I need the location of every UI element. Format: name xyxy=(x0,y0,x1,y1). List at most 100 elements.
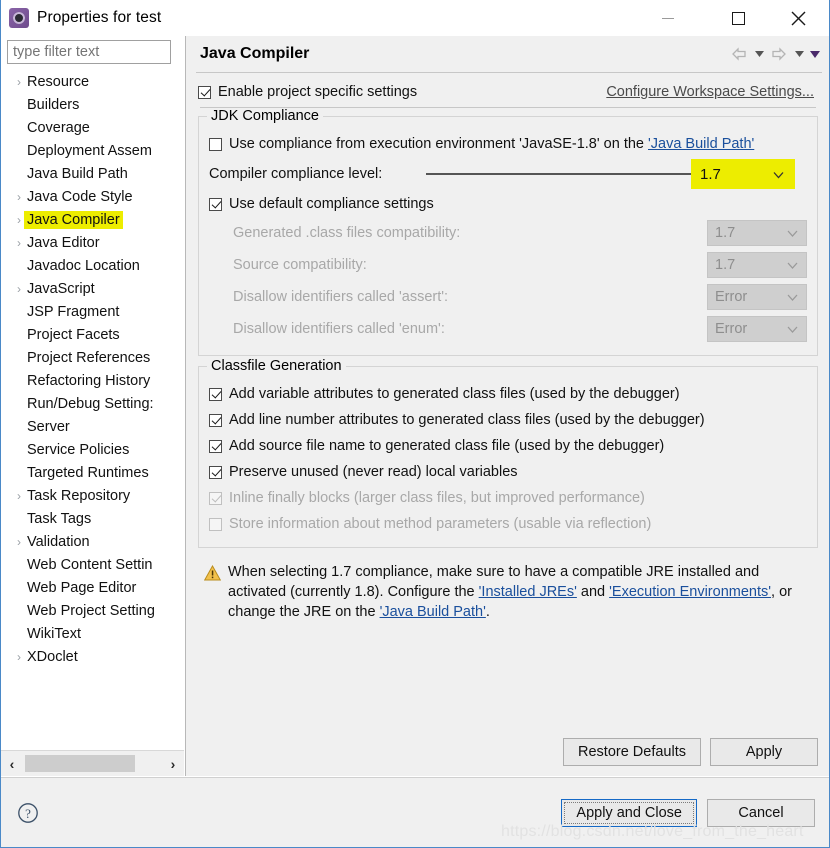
classfile-option-label: Add line number attributes to generated … xyxy=(229,412,705,428)
scroll-track[interactable] xyxy=(23,751,162,776)
filter-input[interactable] xyxy=(7,40,171,64)
close-button[interactable] xyxy=(775,0,821,36)
expand-chevron-right-icon[interactable]: › xyxy=(11,283,27,295)
sidebar-item-validation[interactable]: › Validation xyxy=(1,530,184,553)
minimize-button[interactable] xyxy=(645,0,691,36)
configure-workspace-settings-link[interactable]: Configure Workspace Settings... xyxy=(606,84,814,100)
use-execution-environment-checkbox[interactable] xyxy=(209,137,222,151)
back-arrow-icon[interactable] xyxy=(728,43,750,65)
jdk-field-row: Generated .class files compatibility: 1.7 xyxy=(209,217,807,249)
sidebar-item-label: Java Editor xyxy=(27,234,100,251)
sidebar-item-java-editor[interactable]: › Java Editor xyxy=(1,231,184,254)
sidebar-item-javadoc-location[interactable]: Javadoc Location xyxy=(1,254,184,277)
classfile-options-list: Add variable attributes to generated cla… xyxy=(209,381,807,537)
sidebar-item-javascript[interactable]: › JavaScript xyxy=(1,277,184,300)
expand-chevron-right-icon[interactable]: › xyxy=(11,651,27,663)
restore-defaults-button[interactable]: Restore Defaults xyxy=(563,738,701,766)
maximize-button[interactable] xyxy=(715,0,761,36)
chevron-down-icon xyxy=(787,321,798,337)
sidebar-item-label: Task Tags xyxy=(27,510,92,527)
jdk-field-row: Disallow identifiers called 'enum': Error xyxy=(209,313,807,345)
page-content: Enable project specific settings Configu… xyxy=(186,73,829,622)
jdk-field-combo: Error xyxy=(707,316,807,342)
sidebar-item-web-content-settin[interactable]: Web Content Settin xyxy=(1,553,184,576)
sidebar-item-deployment-assem[interactable]: Deployment Assem xyxy=(1,139,184,162)
expand-chevron-right-icon[interactable]: › xyxy=(11,76,27,88)
apply-button[interactable]: Apply xyxy=(710,738,818,766)
sidebar-item-wikitext[interactable]: WikiText xyxy=(1,622,184,645)
sidebar-item-web-page-editor[interactable]: Web Page Editor xyxy=(1,576,184,599)
use-default-compliance-checkbox[interactable] xyxy=(209,197,222,211)
classfile-option-checkbox[interactable] xyxy=(209,387,222,401)
expand-chevron-right-icon[interactable]: › xyxy=(11,536,27,548)
sidebar-item-project-facets[interactable]: Project Facets xyxy=(1,323,184,346)
sidebar-item-label: JSP Fragment xyxy=(27,303,120,320)
java-build-path-link-2[interactable]: 'Java Build Path' xyxy=(380,604,486,620)
forward-dropdown-chevron-down-icon[interactable] xyxy=(792,43,806,65)
sidebar-item-coverage[interactable]: Coverage xyxy=(1,116,184,139)
sidebar-item-label: Web Content Settin xyxy=(27,556,153,573)
jdk-field-label: Generated .class files compatibility: xyxy=(233,225,461,241)
sidebar-item-label: JavaScript xyxy=(27,280,95,297)
sidebar-item-java-build-path[interactable]: Java Build Path xyxy=(1,162,184,185)
classfile-option-checkbox[interactable] xyxy=(209,413,222,427)
sidebar-horizontal-scrollbar[interactable]: ‹ › xyxy=(1,750,184,776)
scroll-right-button[interactable]: › xyxy=(162,751,184,776)
jdk-field-combo: Error xyxy=(707,284,807,310)
sidebar-item-web-project-setting[interactable]: Web Project Setting xyxy=(1,599,184,622)
sidebar-item-label: Java Compiler xyxy=(24,210,123,229)
sidebar-item-run-debug-setting[interactable]: Run/Debug Setting: xyxy=(1,392,184,415)
sidebar-item-label: Coverage xyxy=(27,119,90,136)
sidebar-item-jsp-fragment[interactable]: JSP Fragment xyxy=(1,300,184,323)
classfile-option-row: Add source file name to generated class … xyxy=(209,433,807,459)
java-build-path-link-1[interactable]: 'Java Build Path' xyxy=(648,136,754,152)
sidebar-item-server[interactable]: Server xyxy=(1,415,184,438)
forward-arrow-icon[interactable] xyxy=(768,43,790,65)
sidebar-item-label: Resource xyxy=(27,73,90,90)
warning-part-2: and xyxy=(576,584,610,600)
classfile-option-label: Preserve unused (never read) local varia… xyxy=(229,464,518,480)
expand-chevron-right-icon[interactable]: › xyxy=(11,490,27,502)
sidebar-item-label: XDoclet xyxy=(27,648,78,665)
cancel-button[interactable]: Cancel xyxy=(707,799,815,827)
scroll-left-button[interactable]: ‹ xyxy=(1,751,23,776)
eclipse-gear-icon xyxy=(9,8,29,28)
sidebar-item-project-references[interactable]: Project References xyxy=(1,346,184,369)
compliance-level-combo[interactable]: 1.7 xyxy=(691,159,795,189)
classfile-option-label: Store information about method parameter… xyxy=(229,516,652,532)
sidebar-item-builders[interactable]: Builders xyxy=(1,93,184,116)
scroll-thumb[interactable] xyxy=(25,755,135,772)
classfile-option-checkbox[interactable] xyxy=(209,465,222,479)
sidebar-item-label: Server xyxy=(27,418,70,435)
sidebar-item-targeted-runtimes[interactable]: Targeted Runtimes xyxy=(1,461,184,484)
apply-and-close-button[interactable]: Apply and Close xyxy=(561,799,697,827)
sidebar-item-java-code-style[interactable]: › Java Code Style xyxy=(1,185,184,208)
enable-project-specific-checkbox[interactable] xyxy=(198,85,211,99)
help-question-icon[interactable]: ? xyxy=(17,802,39,824)
classfile-option-checkbox xyxy=(209,517,222,531)
settings-tree[interactable]: › Resource Builders Coverage Deployment Asse… xyxy=(1,70,184,750)
sidebar-item-task-tags[interactable]: Task Tags xyxy=(1,507,184,530)
execution-environments-link[interactable]: 'Execution Environments' xyxy=(609,584,771,600)
jdk-compliance-title: JDK Compliance xyxy=(207,108,323,124)
sidebar-item-java-compiler[interactable]: › Java Compiler xyxy=(1,208,184,231)
expand-chevron-right-icon[interactable]: › xyxy=(11,237,27,249)
chevron-down-icon xyxy=(787,257,798,273)
back-dropdown-chevron-down-icon[interactable] xyxy=(752,43,766,65)
sidebar-item-xdoclet[interactable]: › XDoclet xyxy=(1,645,184,668)
jdk-compliance-group: JDK Compliance Use compliance from execu… xyxy=(198,108,818,356)
sidebar-item-label: Java Build Path xyxy=(27,165,128,182)
sidebar-item-service-policies[interactable]: Service Policies xyxy=(1,438,184,461)
view-menu-chevron-down-icon[interactable] xyxy=(808,43,822,65)
svg-text:?: ? xyxy=(25,806,31,821)
expand-chevron-right-icon[interactable]: › xyxy=(11,191,27,203)
classfile-option-checkbox[interactable] xyxy=(209,439,222,453)
installed-jres-link[interactable]: 'Installed JREs' xyxy=(479,584,577,600)
jdk-field-value: 1.7 xyxy=(715,225,736,241)
sidebar-item-task-repository[interactable]: › Task Repository xyxy=(1,484,184,507)
warning-part-4: . xyxy=(485,604,490,620)
chevron-down-icon xyxy=(787,289,798,305)
sidebar-item-refactoring-history[interactable]: Refactoring History xyxy=(1,369,184,392)
chevron-down-icon xyxy=(773,166,784,183)
sidebar-item-resource[interactable]: › Resource xyxy=(1,70,184,93)
